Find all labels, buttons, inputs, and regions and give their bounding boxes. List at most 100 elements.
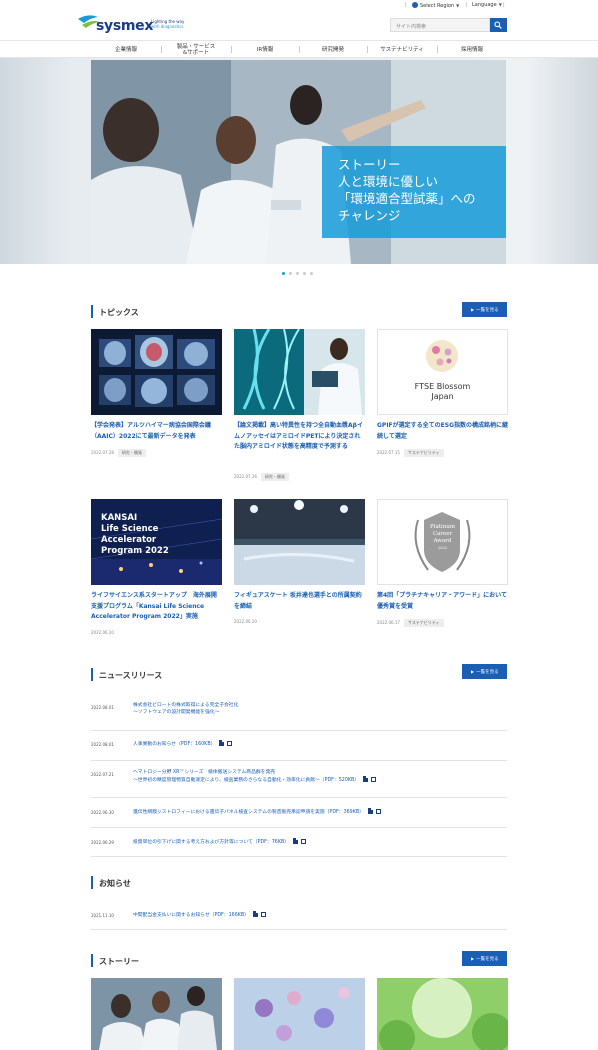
slide-dot[interactable]	[303, 272, 306, 275]
topic-card-title[interactable]: 【論文掲載】高い特異性を持つ全自動血漿AβイムノアッセイはアミロイドPETにより…	[234, 421, 365, 453]
topic-card-title[interactable]: 第4回「プラチナキャリア・アワード」において優秀賞を受賞	[377, 591, 508, 612]
category-tag: 研究・開発	[260, 473, 289, 481]
pdf-icon	[252, 911, 258, 917]
news-link[interactable]: 人事異動のお知らせ（PDF：160KB）	[133, 740, 233, 748]
news-link[interactable]: ヘマトロジー分野 XR™シリーズ 検体搬送システム商品群を発売 ～世界初の精度管…	[133, 769, 377, 784]
topic-card-meta: 2022.07.28 研究・開発	[91, 449, 146, 457]
site-header: sysmex Lighting the way with diagnostics…	[0, 0, 598, 40]
topic-card-image: KANSAI Life Science Accelerator Program …	[91, 499, 222, 585]
news-link[interactable]: 遺伝性網膜ジストロフィーにおける遺伝子パネル検査システムの製造販売承認申請を実施…	[133, 808, 381, 816]
section-title: トピックス	[99, 308, 139, 317]
topic-card-title[interactable]: フィギュアスケート 坂井達也選手との所属契約を締結	[234, 591, 365, 612]
notice-date: 2021.11.10	[91, 913, 114, 918]
section-title: ニュースリリース	[99, 671, 163, 680]
hero-caption-line: 人と環境に優しい	[338, 174, 439, 189]
util-separator: |	[405, 2, 407, 8]
topic-card-image: Platinum Career Award 2022	[377, 499, 508, 585]
search-input[interactable]: サイト内検索	[390, 18, 490, 32]
news-item[interactable]: 2022.08.01 株式会社ビロートの株式取得による完全子会社化 ～ソフトウェ…	[91, 694, 507, 731]
external-window-icon	[301, 839, 307, 844]
category-tag: 研究・開発	[117, 449, 146, 457]
nav-item-corporate[interactable]: 企業情報	[91, 41, 161, 58]
topic-card-image	[234, 329, 365, 415]
slide-dot[interactable]	[282, 272, 285, 275]
nav-item-products[interactable]: 製品・サービス &サポート	[161, 41, 231, 58]
topic-card-image: FTSE Blossom Japan	[377, 329, 508, 415]
topic-card-title[interactable]: 【学会発表】アルツハイマー病協会国際会議（AAIC）2022にて最新データを発表	[91, 421, 222, 442]
heading-bar	[91, 876, 93, 889]
topic-card-image	[234, 499, 365, 585]
topics-more-button[interactable]: ▶ 一覧を見る	[462, 302, 507, 317]
external-window-icon	[260, 912, 266, 917]
search-button[interactable]	[490, 18, 507, 32]
category-tag: サステナビリティ	[403, 449, 444, 457]
arrow-right-icon: ▶	[471, 956, 475, 961]
news-item[interactable]: 2022.07.21 ヘマトロジー分野 XR™シリーズ 検体搬送システム商品群を…	[91, 761, 507, 798]
section-title: お知らせ	[99, 879, 131, 888]
global-nav: 企業情報 製品・サービス &サポート IR情報 研究開発 サステナビリティ 採用…	[0, 40, 598, 58]
award-text: Platinum Career Award 2022	[429, 524, 455, 550]
news-item[interactable]: 2022.06.30 遺伝性網膜ジストロフィーにおける遺伝子パネル検査システムの…	[91, 798, 507, 828]
heading-bar	[91, 954, 93, 967]
ftse-logo-text: FTSE Blossom Japan	[414, 382, 471, 401]
select-region-link[interactable]: Select Region ▼	[412, 2, 459, 9]
news-date: 2022.06.30	[91, 810, 114, 815]
news-link[interactable]: 株式会社ビロートの株式取得による完全子会社化 ～ソフトウェアの設計開発機能を強化…	[133, 702, 238, 716]
pdf-icon	[367, 808, 373, 814]
nav-item-ir[interactable]: IR情報	[231, 41, 299, 58]
topic-card-image	[91, 329, 222, 415]
util-separator: |	[503, 2, 505, 8]
language-link[interactable]: Language ▼	[472, 2, 502, 8]
category-tag: サステナビリティ	[403, 619, 444, 627]
arrow-right-icon: ▶	[471, 669, 475, 674]
arrow-right-icon: ▶	[471, 307, 475, 312]
caret-down-icon: ▼	[456, 3, 460, 8]
nav-item-research[interactable]: 研究開発	[299, 41, 367, 58]
section-title: ストーリー	[99, 957, 139, 966]
story-card-image[interactable]	[377, 978, 508, 1050]
news-date: 2022.08.01	[91, 742, 114, 747]
news-date: 2022.07.21	[91, 772, 114, 777]
hero-caption[interactable]: ストーリー 人と環境に優しい 「環境適合型試薬」への チャレンジ	[322, 146, 506, 238]
story-card-image[interactable]	[234, 978, 365, 1050]
slide-dot[interactable]	[310, 272, 313, 275]
logo-tagline: Lighting the way with diagnostics	[151, 19, 185, 29]
stories-more-button[interactable]: ▶ 一覧を見る	[462, 951, 507, 966]
sysmex-logo[interactable]: sysmex Lighting the way with diagnostics	[78, 13, 185, 34]
slide-dot[interactable]	[296, 272, 299, 275]
external-window-icon	[227, 741, 233, 746]
pdf-icon	[293, 838, 299, 844]
news-date: 2022.06.29	[91, 840, 114, 845]
topic-card-meta: 2022.06.17 サステナビリティ	[377, 619, 444, 627]
hero-caption-line: チャレンジ	[338, 208, 401, 223]
slide-dot[interactable]	[289, 272, 292, 275]
pdf-icon	[363, 776, 369, 782]
hero-caption-line: ストーリー	[338, 157, 401, 172]
notice-link[interactable]: 中間配当金支払いに関するお知らせ（PDF：166KB）	[133, 911, 266, 919]
topic-card-meta: 2022.06.20	[91, 630, 114, 635]
nav-item-careers[interactable]: 採用情報	[437, 41, 507, 58]
heading-bar	[91, 305, 93, 318]
topic-card-meta: 2022.07.15 サステナビリティ	[377, 449, 444, 457]
external-window-icon	[375, 809, 381, 814]
news-item[interactable]: 2022.08.01 人事異動のお知らせ（PDF：160KB）	[91, 731, 507, 761]
notice-item[interactable]: 2021.11.10 中間配当金支払いに関するお知らせ（PDF：166KB）	[91, 902, 507, 930]
heading-bar	[91, 668, 93, 681]
logo-wordmark: sysmex	[96, 18, 154, 34]
search-icon	[494, 21, 502, 29]
news-more-button[interactable]: ▶ 一覧を見る	[462, 664, 507, 679]
nav-item-sustainability[interactable]: サステナビリティ	[367, 41, 437, 58]
globe-icon	[412, 2, 418, 8]
topic-card-title[interactable]: GPIFが選定する全てのESG指数の構成銘柄に継続して選定	[377, 421, 508, 442]
topic-card-title[interactable]: ライフサイエンス系スタートアップ 海外展開支援プログラム「Kansai Life…	[91, 591, 222, 623]
external-window-icon	[371, 777, 377, 782]
news-link[interactable]: 投資単位の引下げに関する考え方および方針等について（PDF：76KB）	[133, 838, 307, 846]
kansai-program-text: KANSAI Life Science Accelerator Program …	[101, 513, 169, 556]
news-date: 2022.08.01	[91, 705, 114, 710]
util-separator: |	[466, 2, 468, 8]
pdf-icon	[219, 740, 225, 746]
story-card-image[interactable]	[91, 978, 222, 1050]
hero-caption-line: 「環境適合型試薬」への	[338, 191, 476, 206]
caret-down-icon: ▼	[498, 2, 502, 7]
news-item[interactable]: 2022.06.29 投資単位の引下げに関する考え方および方針等について（PDF…	[91, 828, 507, 857]
